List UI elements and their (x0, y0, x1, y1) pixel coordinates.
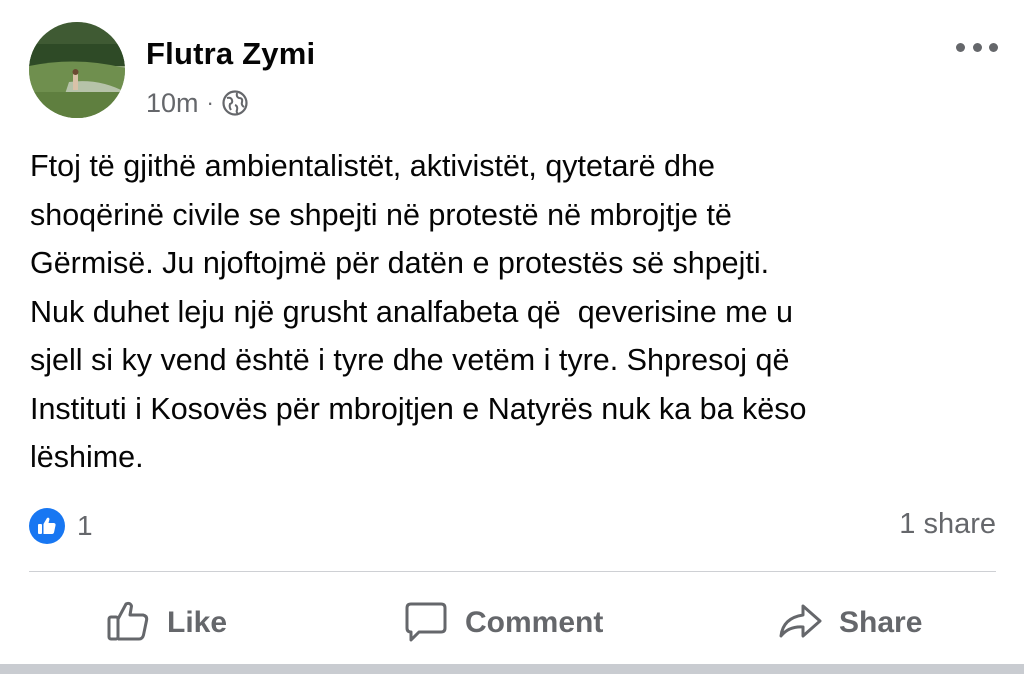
comment-button[interactable]: Comment (403, 590, 603, 656)
share-arrow-icon (777, 598, 823, 649)
globe-icon (222, 90, 248, 116)
thumbs-up-icon (105, 598, 151, 649)
avatar-photo (29, 22, 125, 118)
post-meta: 10m · (146, 86, 248, 120)
like-reaction-icon (29, 508, 65, 544)
reactions-summary[interactable]: 1 (29, 508, 93, 544)
divider (29, 571, 996, 572)
avatar[interactable] (29, 22, 125, 118)
like-button[interactable]: Like (105, 590, 227, 656)
comment-bubble-icon (403, 598, 449, 649)
share-count[interactable]: 1 share (899, 508, 996, 541)
feed-separator (0, 664, 1024, 674)
more-options-button[interactable] (956, 38, 998, 56)
comment-label: Comment (465, 606, 604, 639)
action-bar: Like Comment Share (0, 590, 1024, 656)
author-name[interactable]: Flutra Zymi (146, 36, 315, 72)
ellipsis-icon-dot (972, 42, 982, 52)
meta-separator: · (206, 90, 214, 115)
reaction-count: 1 (77, 510, 93, 541)
ellipsis-icon-dot (956, 42, 965, 52)
post-card: Flutra Zymi 10m · Ftoj të gjithë ambient… (0, 0, 1024, 674)
post-text: Ftoj të gjithë ambientalistët, aktivistë… (30, 149, 807, 474)
post-timestamp[interactable]: 10m (146, 88, 199, 119)
like-label: Like (167, 606, 228, 639)
share-label: Share (839, 606, 923, 639)
ellipsis-icon-dot (989, 42, 998, 52)
share-button[interactable]: Share (777, 590, 922, 656)
